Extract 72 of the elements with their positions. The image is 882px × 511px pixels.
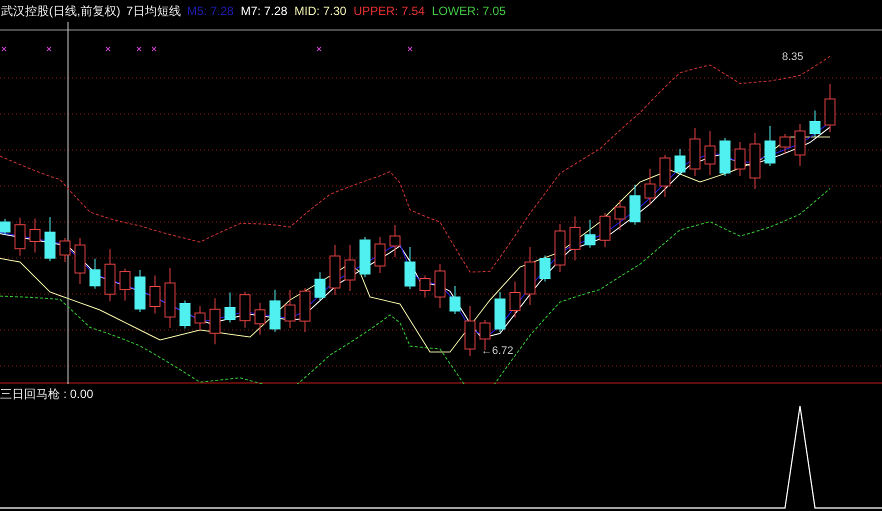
candlestick xyxy=(90,258,100,290)
indicator-value: M5: 7.28 xyxy=(187,3,234,20)
candlestick xyxy=(690,128,700,176)
candlestick xyxy=(344,244,356,292)
candlestick xyxy=(630,184,640,226)
candlestick xyxy=(434,264,446,308)
candlestick xyxy=(314,272,326,301)
candlestick xyxy=(14,217,26,256)
candlestick xyxy=(644,168,656,206)
candlestick xyxy=(104,248,116,302)
candlestick xyxy=(524,246,536,306)
candlestick xyxy=(540,255,550,282)
candlestick xyxy=(300,288,310,333)
candlestick xyxy=(780,134,790,154)
candlestick xyxy=(810,110,820,137)
candlestick xyxy=(794,124,806,166)
candlestick xyxy=(704,130,716,176)
candlestick xyxy=(254,302,266,336)
price-label: ←6.72 xyxy=(481,344,514,359)
candlestick xyxy=(404,246,416,290)
candlestick xyxy=(194,306,206,330)
indicator-value: MID: 7.30 xyxy=(294,3,346,20)
candlestick xyxy=(284,290,296,328)
candlestick xyxy=(720,138,730,176)
candlestick xyxy=(764,126,776,166)
candlestick xyxy=(750,132,760,190)
indicator-value: 三日回马枪 : 0.00 xyxy=(0,386,94,403)
candlestick xyxy=(584,219,596,248)
cross-marker xyxy=(316,46,322,52)
candlestick xyxy=(60,238,70,262)
candlestick xyxy=(600,212,610,248)
candlestick xyxy=(330,244,340,296)
indicator-name: 7日均短线 xyxy=(126,3,182,20)
chart-title: 武汉控股(日线,前复权) xyxy=(1,3,120,20)
candlestick xyxy=(614,200,626,230)
candlestick xyxy=(210,298,220,345)
candlestick xyxy=(150,275,160,314)
candlestick xyxy=(450,286,460,314)
indicator-value: M7: 7.28 xyxy=(240,3,288,20)
candlestick xyxy=(390,224,400,258)
candlestick xyxy=(570,216,580,261)
candlestick xyxy=(224,292,236,323)
candlestick xyxy=(660,154,670,198)
cross-marker xyxy=(2,46,6,52)
cross-marker xyxy=(408,46,412,52)
candlestick xyxy=(674,148,686,176)
candlestick xyxy=(510,281,520,318)
candlestick xyxy=(374,236,386,274)
candlestick xyxy=(74,238,86,284)
candlestick xyxy=(120,268,130,302)
candlestick xyxy=(164,268,176,328)
cross-marker xyxy=(106,46,110,52)
cross-marker xyxy=(46,46,52,52)
candlestick xyxy=(360,236,370,278)
candlestick xyxy=(420,275,430,298)
candlestick xyxy=(134,270,146,312)
candlestick xyxy=(240,291,250,328)
candlestick xyxy=(270,289,280,332)
candlestick xyxy=(554,224,566,272)
candlestick xyxy=(180,300,190,329)
price-label: 8.35 xyxy=(782,50,804,65)
candlestick xyxy=(494,292,506,332)
candlestick xyxy=(824,84,836,132)
candlestick xyxy=(0,218,10,236)
cross-marker xyxy=(152,46,156,52)
candlestick xyxy=(734,142,746,176)
candlestick xyxy=(464,306,476,356)
indicator-value: LOWER: 7.05 xyxy=(432,3,506,20)
candlestick xyxy=(44,216,56,262)
candlestick xyxy=(30,218,40,253)
indicator-value: UPPER: 7.54 xyxy=(353,3,425,20)
cross-marker xyxy=(136,46,142,52)
